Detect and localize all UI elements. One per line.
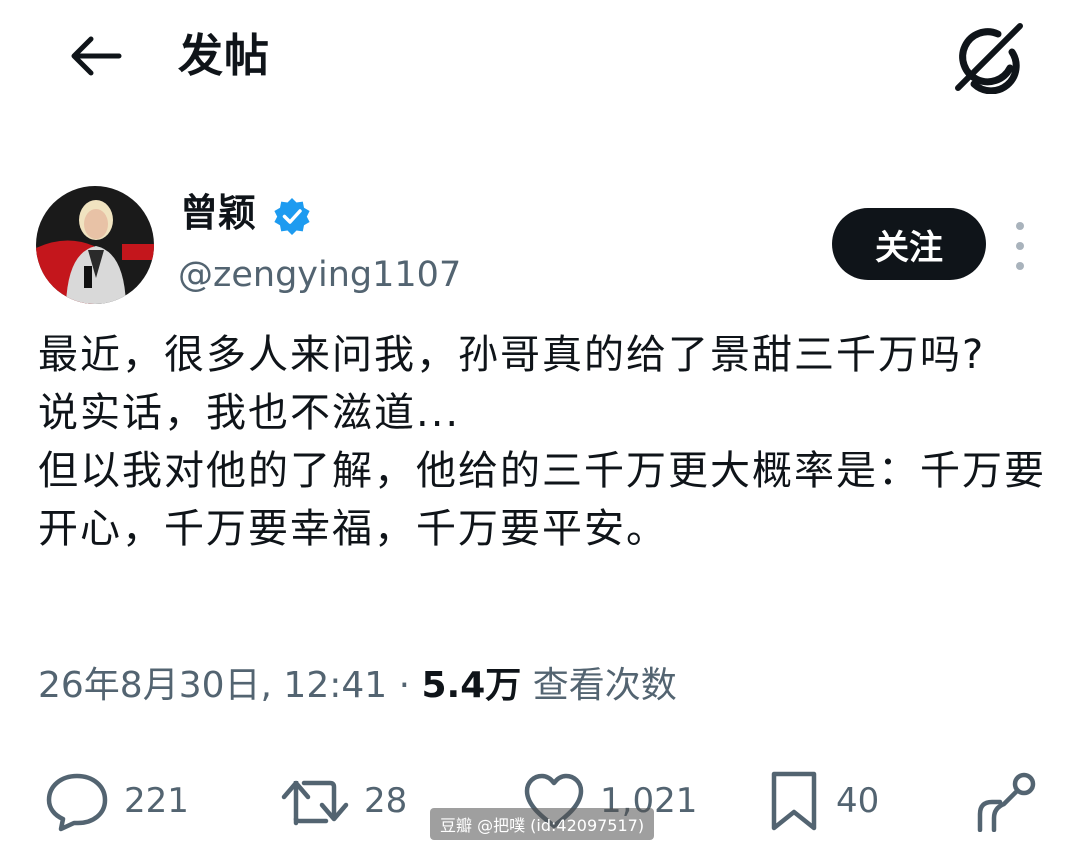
bookmark-count: 40	[836, 781, 880, 821]
grok-icon	[955, 23, 1023, 94]
avatar-photo	[36, 186, 154, 304]
grok-button[interactable]	[948, 20, 1028, 96]
follow-button[interactable]: 关注	[832, 208, 986, 280]
more-options-icon[interactable]	[1004, 222, 1036, 270]
watermark: 豆瓣 @把噗 (id:42097517)	[430, 808, 655, 840]
author-name[interactable]: 曾颖	[180, 188, 256, 238]
back-button[interactable]	[62, 28, 128, 84]
view-count: 5.4万	[421, 665, 522, 706]
arrow-left-icon	[71, 36, 122, 76]
share-icon	[977, 772, 1036, 832]
post-text: 最近，很多人来问我，孙哥真的给了景甜三千万吗? 说实话，我也不滋道... 但以我…	[38, 332, 1046, 552]
page-title: 发帖	[178, 29, 271, 82]
view-label: 查看次数	[521, 665, 677, 706]
repost-icon	[281, 780, 349, 826]
post-meta: 26年8月30日, 12:41 · 5.4万 查看次数	[38, 656, 677, 716]
avatar[interactable]	[36, 186, 154, 304]
share-button[interactable]	[974, 768, 1040, 834]
author-handle[interactable]: @zengying1107	[178, 250, 461, 300]
reply-count: 221	[124, 781, 189, 821]
reply-button[interactable]: 221	[44, 768, 189, 834]
verified-badge-icon	[272, 196, 312, 236]
bookmark-button[interactable]: 40	[766, 768, 879, 834]
post-timestamp[interactable]: 26年8月30日, 12:41	[38, 665, 387, 706]
bookmark-icon	[771, 771, 817, 831]
repost-button[interactable]: 28	[280, 768, 407, 834]
meta-separator: ·	[387, 665, 422, 706]
repost-count: 28	[364, 781, 408, 821]
reply-icon	[46, 773, 108, 832]
